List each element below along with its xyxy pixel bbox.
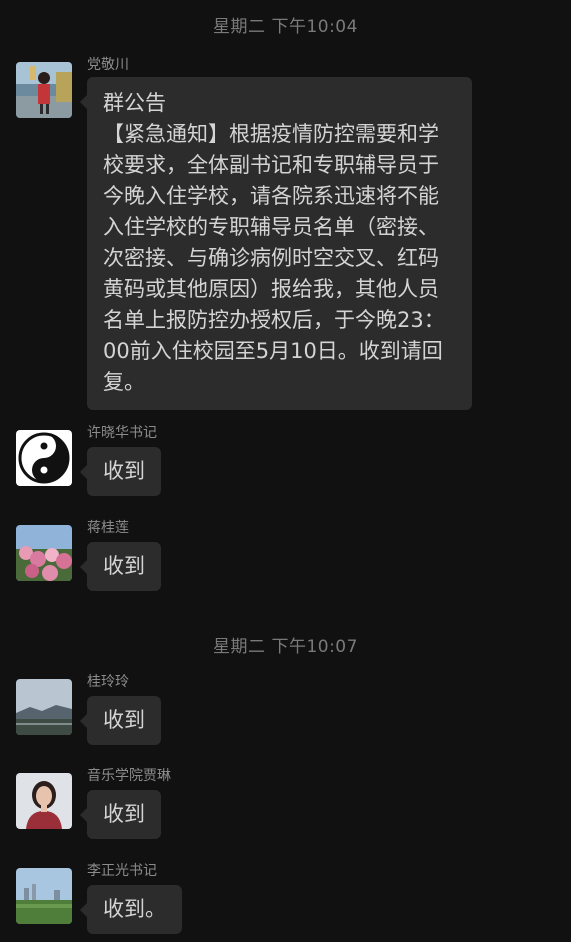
avatar[interactable] [16,679,72,735]
announcement-title: 群公告 [103,91,166,115]
avatar[interactable] [16,430,72,486]
timestamp: 星期二 下午10:04 [213,17,358,37]
flowers-photo-avatar-icon [16,525,72,581]
message-bubble[interactable]: 收到 [80,790,161,839]
sender-name: 音乐学院贾琳 [87,768,171,784]
landscape-photo-avatar-icon [16,679,72,735]
announcement-text: 【紧急通知】根据疫情防控需要和学校要求，全体副书记和专职辅导员于今晚入住学校，请… [103,122,445,394]
avatar[interactable] [16,525,72,581]
sender-name: 桂玲玲 [87,674,129,690]
avatar[interactable] [16,62,72,118]
portrait-photo-avatar-icon [16,773,72,829]
sender-name: 许晓华书记 [87,425,157,441]
city-photo-avatar-icon [16,868,72,924]
message-bubble[interactable]: 收到 [80,542,161,591]
taiji-logo-avatar-icon [16,430,72,486]
sender-name: 蒋桂莲 [87,520,129,536]
avatar[interactable] [16,868,72,924]
person-photo-avatar-icon [16,62,72,118]
sender-name: 党敬川 [87,57,129,73]
timestamp: 星期二 下午10:07 [213,637,358,657]
message-bubble[interactable]: 收到 [80,696,161,745]
message-bubble[interactable]: 收到。 [80,885,182,934]
sender-name: 李正光书记 [87,863,157,879]
message-bubble[interactable]: 群公告 【紧急通知】根据疫情防控需要和学校要求，全体副书记和专职辅导员于今晚入住… [80,77,472,410]
message-bubble[interactable]: 收到 [80,447,161,496]
avatar[interactable] [16,773,72,829]
